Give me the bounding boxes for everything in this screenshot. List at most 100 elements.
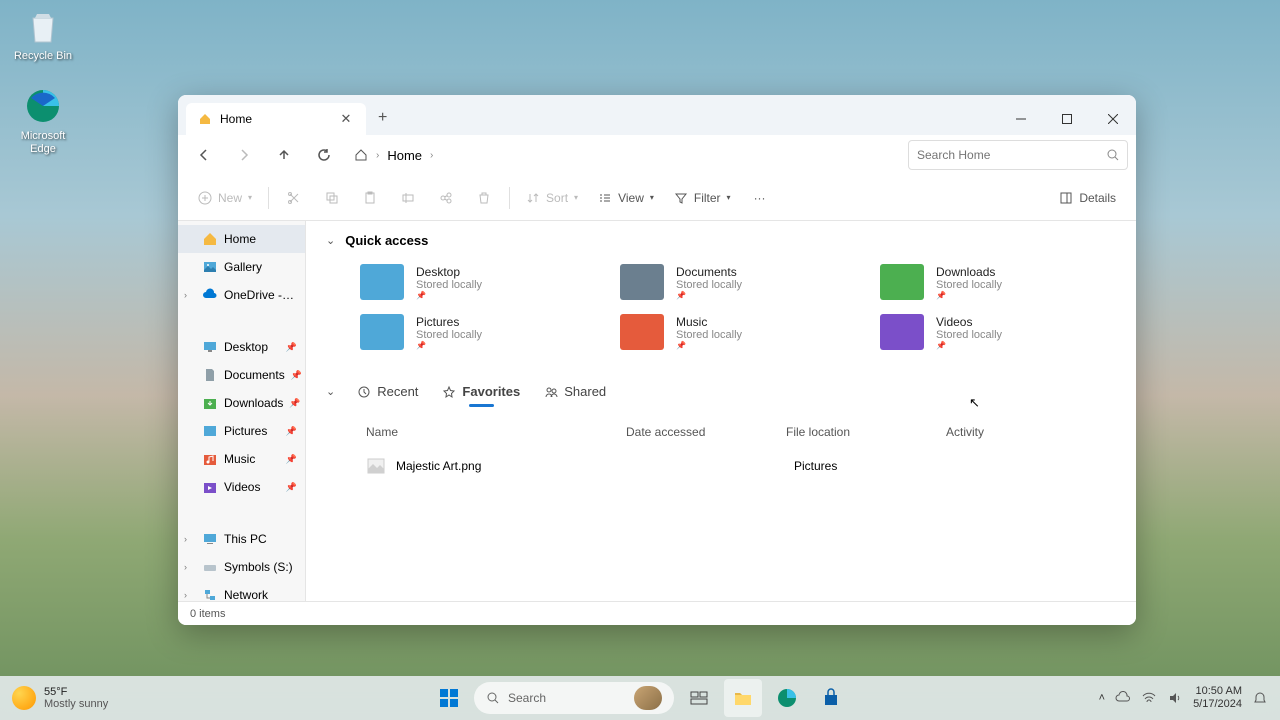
- cut-button[interactable]: [277, 182, 311, 214]
- rename-button[interactable]: [391, 182, 425, 214]
- folder-icon: [360, 264, 404, 300]
- sidebar-item-videos[interactable]: Videos📌: [178, 473, 305, 501]
- details-button[interactable]: Details: [1051, 182, 1124, 214]
- quick-access-title: Quick access: [345, 233, 428, 248]
- refresh-button[interactable]: [306, 139, 342, 171]
- quick-access-item[interactable]: Documents Stored locally 📌: [616, 260, 856, 304]
- maximize-button[interactable]: [1044, 103, 1090, 135]
- clock[interactable]: 10:50 AM 5/17/2024: [1193, 685, 1242, 711]
- condition: Mostly sunny: [44, 698, 108, 710]
- search-input[interactable]: [917, 148, 1101, 162]
- back-button[interactable]: [186, 139, 222, 171]
- filter-button[interactable]: Filter▾: [666, 182, 739, 214]
- onedrive-tray-icon[interactable]: [1115, 690, 1131, 706]
- weather-widget[interactable]: 55°F Mostly sunny: [12, 686, 108, 710]
- share-button[interactable]: [429, 182, 463, 214]
- quick-access-item[interactable]: Downloads Stored locally 📌: [876, 260, 1116, 304]
- chevron-right-icon: ›: [430, 150, 433, 161]
- quick-access-item[interactable]: Pictures Stored locally 📌: [356, 310, 596, 354]
- column-location[interactable]: File location: [786, 425, 946, 439]
- sidebar-item-music[interactable]: Music📌: [178, 445, 305, 473]
- chevron-down-icon[interactable]: ⌄: [326, 385, 335, 398]
- tray-chevron-icon[interactable]: ˄: [1099, 692, 1105, 704]
- pin-icon: 📌: [286, 342, 297, 353]
- quick-access-item[interactable]: Videos Stored locally 📌: [876, 310, 1116, 354]
- file-explorer-window: Home ✕ + › Home › New▾: [178, 95, 1136, 625]
- sun-icon: [12, 686, 36, 710]
- delete-button[interactable]: [467, 182, 501, 214]
- file-explorer-taskbar[interactable]: [724, 679, 762, 717]
- quick-access-item[interactable]: Music Stored locally 📌: [616, 310, 856, 354]
- sidebar-item-downloads[interactable]: Downloads📌: [178, 389, 305, 417]
- quick-access-item[interactable]: Desktop Stored locally 📌: [356, 260, 596, 304]
- notifications-icon[interactable]: [1252, 690, 1268, 706]
- sidebar-item-home[interactable]: Home: [178, 225, 305, 253]
- chevron-right-icon: ›: [376, 150, 379, 161]
- column-date[interactable]: Date accessed: [626, 425, 786, 439]
- pin-icon: 📌: [286, 454, 297, 465]
- sidebar-item-network[interactable]: ›Network: [178, 581, 305, 601]
- task-view-button[interactable]: [680, 679, 718, 717]
- paste-button[interactable]: [353, 182, 387, 214]
- address-bar: › Home ›: [178, 135, 1136, 175]
- table-row[interactable]: Majestic Art.png Pictures: [326, 448, 1116, 484]
- edge-taskbar[interactable]: [768, 679, 806, 717]
- copy-button[interactable]: [315, 182, 349, 214]
- minimize-button[interactable]: [998, 103, 1044, 135]
- sort-button[interactable]: Sort▾: [518, 182, 586, 214]
- folder-icon: [360, 314, 404, 350]
- sidebar-item-pictures[interactable]: Pictures📌: [178, 417, 305, 445]
- volume-icon[interactable]: [1167, 690, 1183, 706]
- store-taskbar[interactable]: [812, 679, 850, 717]
- tab-shared[interactable]: Shared: [542, 378, 608, 405]
- documents-icon: [202, 367, 218, 383]
- home-icon: [198, 112, 212, 126]
- taskbar: 55°F Mostly sunny Search ˄ 10:50 AM 5/17…: [0, 676, 1280, 720]
- sidebar-item-thispc[interactable]: ›This PC: [178, 525, 305, 553]
- drive-icon: [202, 559, 218, 575]
- window-tab[interactable]: Home ✕: [186, 103, 366, 135]
- wifi-icon[interactable]: [1141, 690, 1157, 706]
- breadcrumb[interactable]: › Home ›: [346, 148, 904, 163]
- close-button[interactable]: [1090, 103, 1136, 135]
- temperature: 55°F: [44, 686, 108, 698]
- tab-recent[interactable]: Recent: [355, 378, 420, 405]
- chevron-right-icon[interactable]: ›: [184, 534, 187, 544]
- column-name[interactable]: Name: [366, 425, 626, 439]
- home-icon: [354, 148, 368, 162]
- view-button[interactable]: View▾: [590, 182, 662, 214]
- sidebar-item-gallery[interactable]: Gallery: [178, 253, 305, 281]
- chevron-down-icon[interactable]: ⌄: [326, 234, 335, 247]
- start-button[interactable]: [430, 679, 468, 717]
- sidebar-item-documents[interactable]: Documents📌: [178, 361, 305, 389]
- close-tab-button[interactable]: ✕: [338, 111, 354, 127]
- chevron-right-icon[interactable]: ›: [184, 290, 187, 300]
- chevron-right-icon[interactable]: ›: [184, 562, 187, 572]
- more-button[interactable]: ···: [743, 182, 777, 214]
- up-button[interactable]: [266, 139, 302, 171]
- sidebar-item-desktop[interactable]: Desktop📌: [178, 333, 305, 361]
- gallery-icon: [202, 259, 218, 275]
- edge-shortcut[interactable]: Microsoft Edge: [8, 86, 78, 156]
- toolbar: New▾ Sort▾ View▾ Filter▾ ··· Details: [178, 175, 1136, 221]
- taskbar-search[interactable]: Search: [474, 682, 674, 714]
- status-bar: 0 items: [178, 601, 1136, 625]
- chevron-down-icon: ▾: [727, 193, 731, 202]
- pin-icon: 📌: [936, 291, 1002, 300]
- sidebar-item-onedrive[interactable]: ›OneDrive - Personal: [178, 281, 305, 309]
- pin-icon: 📌: [286, 482, 297, 493]
- recycle-bin-icon: [23, 6, 63, 46]
- pin-icon: 📌: [676, 291, 742, 300]
- new-button[interactable]: New▾: [190, 182, 260, 214]
- edge-label: Microsoft Edge: [8, 130, 78, 156]
- pin-icon: 📌: [676, 341, 742, 350]
- search-box[interactable]: [908, 140, 1128, 170]
- sidebar-item-symbols[interactable]: ›Symbols (S:): [178, 553, 305, 581]
- recycle-bin[interactable]: Recycle Bin: [8, 6, 78, 63]
- chevron-right-icon[interactable]: ›: [184, 590, 187, 600]
- breadcrumb-home[interactable]: Home: [387, 148, 422, 163]
- new-tab-button[interactable]: +: [366, 101, 399, 135]
- column-activity[interactable]: Activity: [946, 425, 1026, 439]
- tab-favorites[interactable]: Favorites: [440, 378, 522, 405]
- forward-button[interactable]: [226, 139, 262, 171]
